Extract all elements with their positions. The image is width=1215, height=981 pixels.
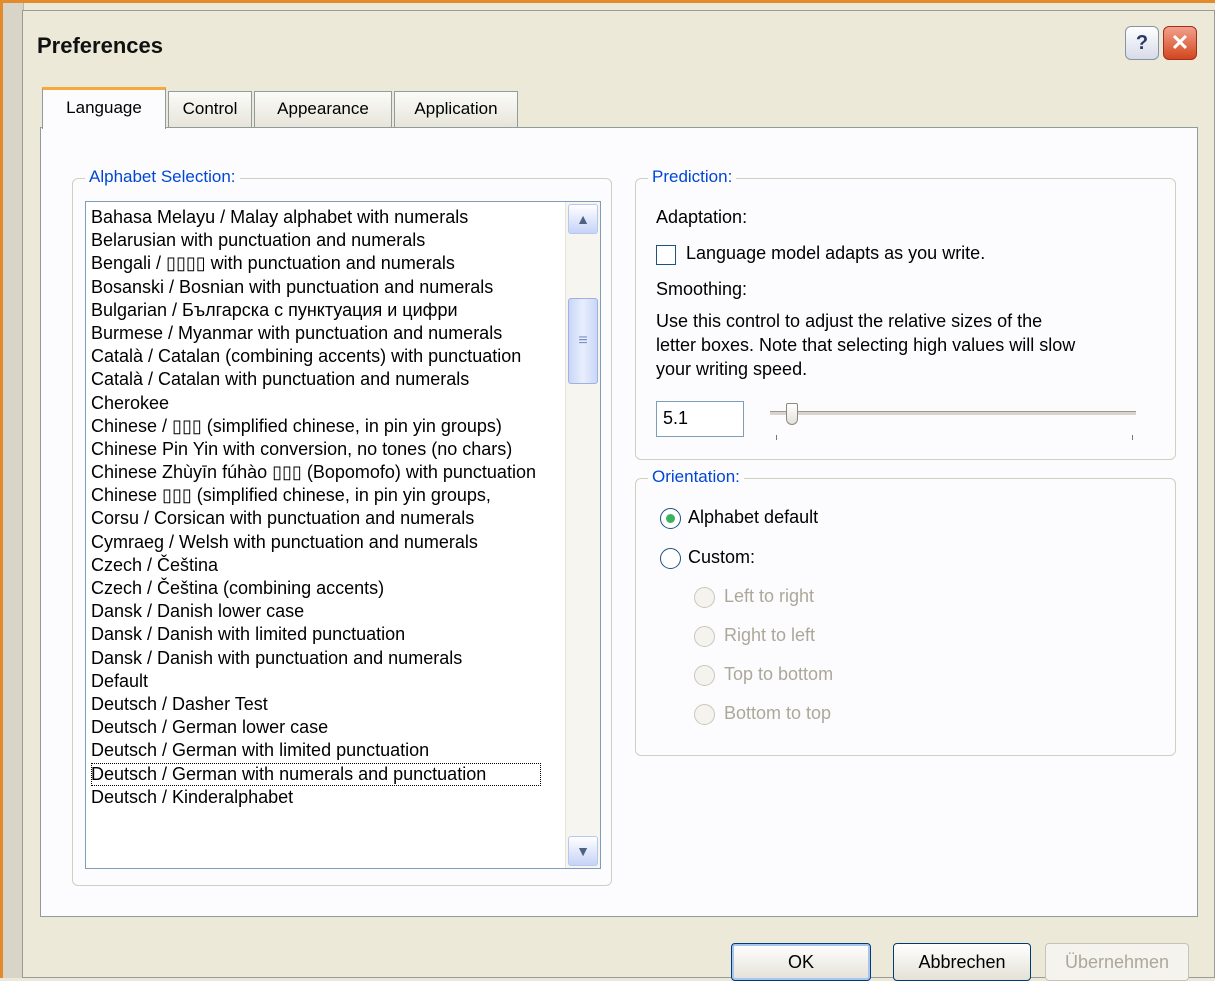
close-icon: ✕ — [1170, 30, 1190, 55]
alphabet-selection-group: Alphabet Selection: Bahasa Melayu / Mala… — [72, 167, 612, 886]
list-item[interactable]: Bosanski / Bosnian with punctuation and … — [91, 276, 541, 299]
scroll-down-button[interactable]: ▼ — [568, 836, 598, 866]
list-item[interactable]: Czech / Čeština — [91, 554, 541, 577]
list-item[interactable]: Deutsch / German with numerals and punct… — [91, 762, 541, 786]
radio-custom-label[interactable]: Custom: — [688, 547, 755, 568]
list-item[interactable]: Chinese ▯▯▯ (simplified chinese, in pin … — [91, 484, 541, 507]
list-item[interactable]: Corsu / Corsican with punctuation and nu… — [91, 507, 541, 530]
tab-language[interactable]: Language — [42, 87, 166, 129]
list-item[interactable]: Català / Catalan (combining accents) wit… — [91, 345, 541, 368]
list-item[interactable]: Cymraeg / Welsh with punctuation and num… — [91, 531, 541, 554]
list-item[interactable]: Bahasa Melayu / Malay alphabet with nume… — [91, 206, 541, 229]
scroll-thumb[interactable]: ≡ — [568, 298, 598, 384]
title-bar[interactable]: Preferences ? ✕ — [23, 11, 1214, 75]
slider-track — [770, 411, 1136, 415]
radio-right-to-left-label[interactable]: Right to left — [724, 625, 815, 646]
smoothing-description-line-1: Use this control to adjust the relative … — [656, 311, 1043, 331]
list-item[interactable]: Default — [91, 670, 541, 693]
radio-bottom-to-top-label[interactable]: Bottom to top — [724, 703, 831, 724]
background-app-strip — [3, 3, 24, 978]
close-button[interactable]: ✕ — [1163, 26, 1197, 60]
chevron-down-icon: ▼ — [576, 843, 590, 859]
list-item[interactable]: Czech / Čeština (combining accents) — [91, 577, 541, 600]
scroll-up-button[interactable]: ▲ — [568, 204, 598, 234]
language-tab-panel: Alphabet Selection: Bahasa Melayu / Mala… — [40, 127, 1198, 917]
list-item[interactable]: Chinese / ▯▯▯ (simplified chinese, in pi… — [91, 415, 541, 438]
list-item[interactable]: Dansk / Danish with punctuation and nume… — [91, 647, 541, 670]
alphabet-listbox[interactable]: Bahasa Melayu / Malay alphabet with nume… — [85, 201, 601, 869]
radio-left-to-right[interactable] — [694, 587, 715, 608]
tab-control[interactable]: Control — [168, 91, 252, 127]
apply-button[interactable]: Übernehmen — [1045, 943, 1189, 981]
radio-custom[interactable] — [660, 548, 681, 569]
cancel-button[interactable]: Abbrechen — [893, 943, 1031, 981]
radio-bottom-to-top[interactable] — [694, 704, 715, 725]
help-button[interactable]: ? — [1125, 26, 1159, 60]
ok-button[interactable]: OK — [731, 943, 871, 981]
adapt-checkbox-label[interactable]: Language model adapts as you write. — [686, 243, 985, 264]
slider-tick-max — [1132, 435, 1133, 440]
alphabet-list-items: Bahasa Melayu / Malay alphabet with nume… — [91, 206, 541, 809]
alphabet-scrollbar[interactable]: ▲ ≡ ▼ — [565, 202, 600, 868]
smoothing-description-line-2: letter boxes. Note that selecting high v… — [656, 335, 1076, 355]
list-item[interactable]: Dansk / Danish lower case — [91, 600, 541, 623]
radio-right-to-left[interactable] — [694, 626, 715, 647]
prediction-legend: Prediction: — [648, 167, 737, 187]
grip-icon: ≡ — [578, 332, 588, 349]
adaptation-label: Adaptation: — [656, 207, 748, 227]
list-item[interactable]: Deutsch / German with limited punctuatio… — [91, 739, 541, 762]
help-icon: ? — [1135, 32, 1149, 54]
list-item[interactable]: Bulgarian / Българска с пунктуация и циф… — [91, 299, 541, 322]
smoothing-value-field[interactable]: 5.1 — [656, 401, 744, 437]
dialog-title: Preferences — [37, 33, 163, 58]
list-item[interactable]: Burmese / Myanmar with punctuation and n… — [91, 322, 541, 345]
list-item[interactable]: Deutsch / German lower case — [91, 716, 541, 739]
list-item[interactable]: Bengali / ▯▯▯▯ with punctuation and nume… — [91, 252, 541, 275]
list-item[interactable]: Chinese Pin Yin with conversion, no tone… — [91, 438, 541, 461]
preferences-dialog: Preferences ? ✕ Language Control Appeara… — [22, 10, 1215, 981]
adapt-checkbox[interactable] — [656, 245, 676, 265]
list-item[interactable]: Català / Catalan with punctuation and nu… — [91, 368, 541, 391]
tab-appearance[interactable]: Appearance — [254, 91, 392, 127]
list-item[interactable]: Belarusian with punctuation and numerals — [91, 229, 541, 252]
slider-tick-min — [776, 435, 777, 440]
radio-top-to-bottom-label[interactable]: Top to bottom — [724, 664, 833, 685]
smoothing-description-line-3: your writing speed. — [656, 359, 808, 379]
list-item[interactable]: Dansk / Danish with limited punctuation — [91, 623, 541, 646]
smoothing-label: Smoothing: — [656, 279, 748, 299]
prediction-group: Prediction: Adaptation: Language model a… — [635, 167, 1176, 460]
list-item[interactable]: Chinese Zhùyīn fúhào ▯▯▯ (Bopomofo) with… — [91, 461, 541, 484]
radio-left-to-right-label[interactable]: Left to right — [724, 586, 814, 607]
list-item[interactable]: Deutsch / Kinderalphabet — [91, 786, 541, 809]
radio-alphabet-default[interactable] — [660, 508, 681, 529]
tab-application[interactable]: Application — [394, 91, 518, 127]
list-item[interactable]: Cherokee — [91, 392, 541, 415]
radio-top-to-bottom[interactable] — [694, 665, 715, 686]
orientation-legend: Orientation: — [648, 467, 744, 487]
alphabet-selection-legend: Alphabet Selection: — [85, 167, 240, 187]
list-item[interactable]: Deutsch / Dasher Test — [91, 693, 541, 716]
radio-alphabet-default-label[interactable]: Alphabet default — [688, 507, 818, 528]
chevron-up-icon: ▲ — [576, 211, 590, 227]
orientation-group: Orientation: Alphabet default Custom: Le… — [635, 467, 1176, 756]
slider-thumb[interactable] — [786, 403, 798, 425]
